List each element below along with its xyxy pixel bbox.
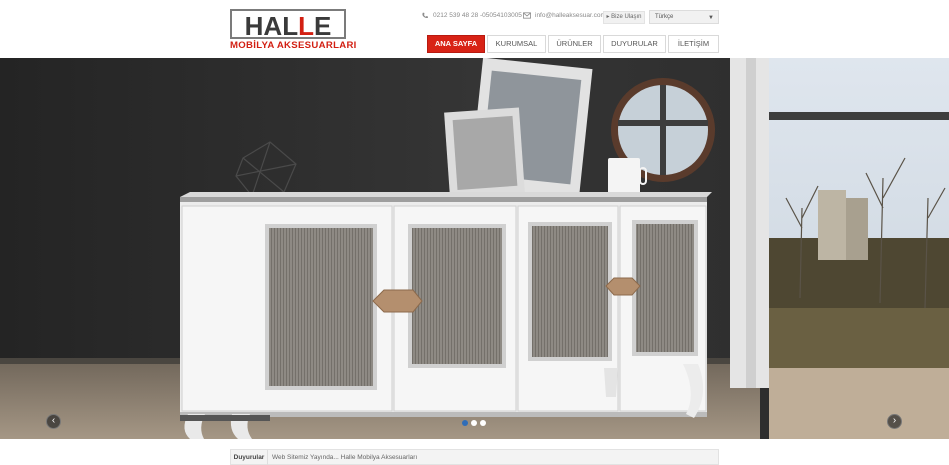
slider-next-button[interactable]: › bbox=[887, 414, 902, 429]
news-item-link[interactable]: Web Sitemiz Yayında... Halle Mobilya Aks… bbox=[272, 450, 417, 465]
site-header: HALLE MOBİLYA AKSESUARLARI 0212 539 48 2… bbox=[0, 0, 949, 58]
language-value: Türkçe bbox=[655, 14, 674, 20]
logo-tagline: MOBİLYA AKSESUARLARI bbox=[230, 40, 357, 51]
language-select[interactable]: Türkçe ▼ bbox=[649, 10, 719, 24]
phone-icon bbox=[422, 12, 428, 18]
slider-dot-2[interactable] bbox=[471, 420, 477, 426]
hero-slider[interactable]: ‹ › bbox=[0, 58, 949, 439]
chevron-right-icon: › bbox=[892, 415, 897, 426]
mail-icon bbox=[523, 12, 531, 19]
halle-logo[interactable]: HALLE MOBİLYA AKSESUARLARI bbox=[230, 9, 357, 53]
nav-item-corporate[interactable]: KURUMSAL bbox=[487, 35, 546, 53]
news-ticker: Duyurular Web Sitemiz Yayında... Halle M… bbox=[230, 449, 719, 465]
contact-us-button[interactable]: ▸ Bize Ulaşın bbox=[603, 11, 645, 24]
nav-item-home[interactable]: ANA SAYFA bbox=[427, 35, 485, 53]
slider-dot-3[interactable] bbox=[480, 420, 486, 426]
nav-item-announcements[interactable]: DUYURULAR bbox=[603, 35, 666, 53]
slider-dot-1[interactable] bbox=[462, 420, 468, 426]
nav-item-contact[interactable]: İLETİŞİM bbox=[668, 35, 719, 53]
nav-item-products[interactable]: ÜRÜNLER bbox=[548, 35, 601, 53]
phone-contact: 0212 539 48 28 -05054103005 bbox=[421, 12, 522, 19]
phone-text: 0212 539 48 28 -05054103005 bbox=[433, 12, 522, 19]
slide-image-sideboard bbox=[0, 58, 949, 439]
chevron-left-icon: ‹ bbox=[51, 415, 56, 426]
email-contact[interactable]: info@halleaksesuar.com bbox=[523, 12, 606, 19]
chevron-down-icon: ▼ bbox=[708, 15, 714, 21]
logo-word: HALLE bbox=[244, 11, 332, 41]
slider-prev-button[interactable]: ‹ bbox=[46, 414, 61, 429]
news-label: Duyurular bbox=[231, 450, 268, 465]
email-text: info@halleaksesuar.com bbox=[535, 12, 606, 19]
logo-frame: HALLE bbox=[230, 9, 346, 41]
slider-pagination bbox=[462, 420, 486, 426]
